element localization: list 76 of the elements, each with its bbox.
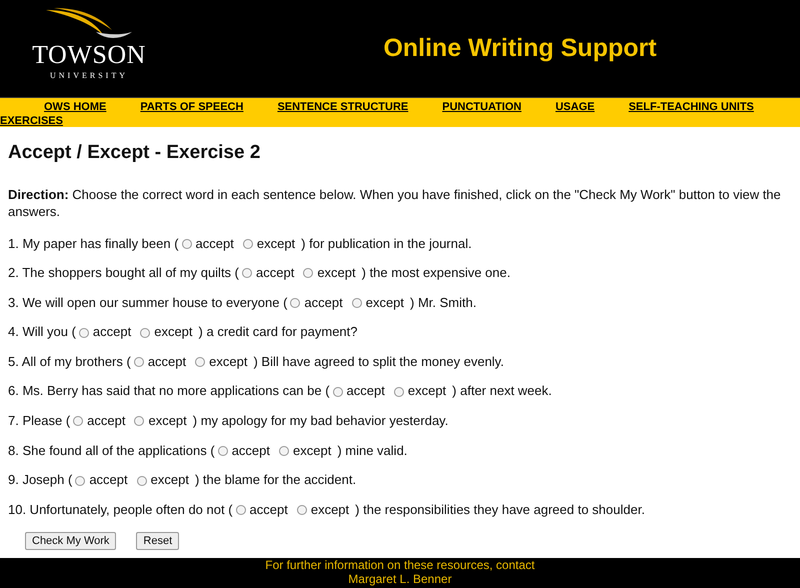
nav-link[interactable]: EXERCISES bbox=[0, 114, 800, 128]
option-label: accept bbox=[346, 383, 385, 400]
radio-button[interactable] bbox=[78, 328, 89, 338]
radio-button[interactable] bbox=[296, 505, 307, 516]
question-text: 2. The shoppers bought all of my quilts ( bbox=[8, 265, 239, 282]
radio-button[interactable] bbox=[140, 328, 150, 338]
option-label: accept bbox=[256, 265, 294, 282]
question-text: 8. She found all of the applications ( bbox=[8, 442, 215, 460]
question-text: 6. Ms. Berry has said that no more applications can be ( bbox=[8, 383, 330, 400]
option-label: except bbox=[293, 442, 332, 460]
radio-button[interactable] bbox=[236, 505, 246, 516]
question-text: 5. All of my brothers ( bbox=[8, 354, 131, 370]
nav-link[interactable]: PUNCTUATION bbox=[442, 100, 522, 114]
nav-link[interactable]: SELF-TEACHING UNITS bbox=[628, 100, 754, 114]
question-text: ) Bill have agreed to split the money evenly. bbox=[253, 354, 504, 370]
radio-button[interactable] bbox=[352, 298, 362, 308]
option-label: except bbox=[150, 472, 189, 489]
radio-button[interactable] bbox=[332, 386, 343, 397]
radio-button[interactable] bbox=[303, 268, 314, 278]
radio-button[interactable] bbox=[218, 446, 228, 456]
option-label: accept bbox=[148, 354, 186, 370]
question-text: ) mine valid. bbox=[337, 442, 408, 460]
radio-button[interactable] bbox=[279, 446, 290, 456]
site-title: Online Writing Support bbox=[383, 33, 657, 64]
radio-button[interactable] bbox=[394, 386, 404, 397]
question-text: 3. We will open our summer house to everyone ( bbox=[8, 294, 288, 312]
question-text: ) the responsibilities they have agreed to shoulder. bbox=[355, 502, 645, 518]
radio-button[interactable] bbox=[195, 357, 206, 368]
option-label: accept bbox=[304, 294, 343, 312]
footer-text: For further information on these resources, contact bbox=[265, 558, 535, 572]
option-label: except bbox=[310, 502, 350, 518]
question-text: ) Mr. Smith. bbox=[410, 294, 476, 312]
question-text: 1. My paper has finally been ( bbox=[8, 236, 179, 252]
radio-button[interactable] bbox=[290, 298, 300, 308]
question-text: ) the blame for the accident. bbox=[194, 472, 356, 489]
nav-link[interactable]: USAGE bbox=[555, 100, 595, 114]
question-text: 7. Please ( bbox=[8, 413, 70, 430]
option-label: except bbox=[256, 236, 296, 252]
nav-link[interactable]: PARTS OF SPEECH bbox=[140, 100, 244, 114]
question-text: ) my apology for my bad behavior yesterday. bbox=[192, 413, 448, 430]
radio-button[interactable] bbox=[134, 357, 144, 368]
radio-button[interactable] bbox=[134, 416, 144, 426]
radio-button[interactable] bbox=[136, 476, 147, 486]
radio-button[interactable] bbox=[242, 268, 252, 278]
reset-button[interactable]: Reset bbox=[136, 532, 180, 550]
logo-subtitle: UNIVERSITY bbox=[50, 70, 128, 82]
option-label: except bbox=[209, 354, 248, 370]
option-label: except bbox=[366, 294, 404, 312]
option-label: except bbox=[148, 413, 187, 430]
option-label: accept bbox=[89, 472, 128, 489]
radio-button[interactable] bbox=[242, 238, 253, 249]
direction-text: Direction: Choose the correct word in each sentence below. When you have finished, click on the "Check My Work" button to view the answers. bbox=[8, 186, 782, 220]
question-text: 10. Unfortunately, people often do not ( bbox=[8, 502, 233, 518]
page-title: Accept / Except - Exercise 2 bbox=[8, 141, 262, 165]
question-text: 9. Joseph ( bbox=[8, 472, 72, 489]
radio-button[interactable] bbox=[182, 238, 192, 249]
question-text: 4. Will you ( bbox=[8, 324, 76, 341]
question-text: ) a credit card for payment? bbox=[198, 324, 358, 341]
option-label: except bbox=[317, 265, 356, 282]
option-label: accept bbox=[87, 413, 126, 430]
check-work-button[interactable]: Check My Work bbox=[25, 532, 116, 550]
nav-link[interactable]: SENTENCE STRUCTURE bbox=[277, 100, 408, 114]
nav-link[interactable]: OWS HOME bbox=[44, 100, 106, 114]
option-label: except bbox=[154, 324, 193, 341]
question-text: ) the most expensive one. bbox=[362, 265, 510, 282]
option-label: accept bbox=[196, 236, 234, 252]
question-text: ) for publication in the journal. bbox=[301, 236, 472, 252]
option-label: accept bbox=[92, 324, 132, 341]
radio-button[interactable] bbox=[73, 416, 84, 426]
radio-button[interactable] bbox=[75, 476, 86, 486]
option-label: except bbox=[408, 383, 446, 400]
option-label: accept bbox=[232, 442, 270, 460]
option-label: accept bbox=[250, 502, 288, 518]
question-text: ) after next week. bbox=[452, 383, 552, 400]
footer-contact: Margaret L. Benner bbox=[348, 572, 452, 586]
logo-wordmark: TOWSON bbox=[32, 42, 146, 68]
